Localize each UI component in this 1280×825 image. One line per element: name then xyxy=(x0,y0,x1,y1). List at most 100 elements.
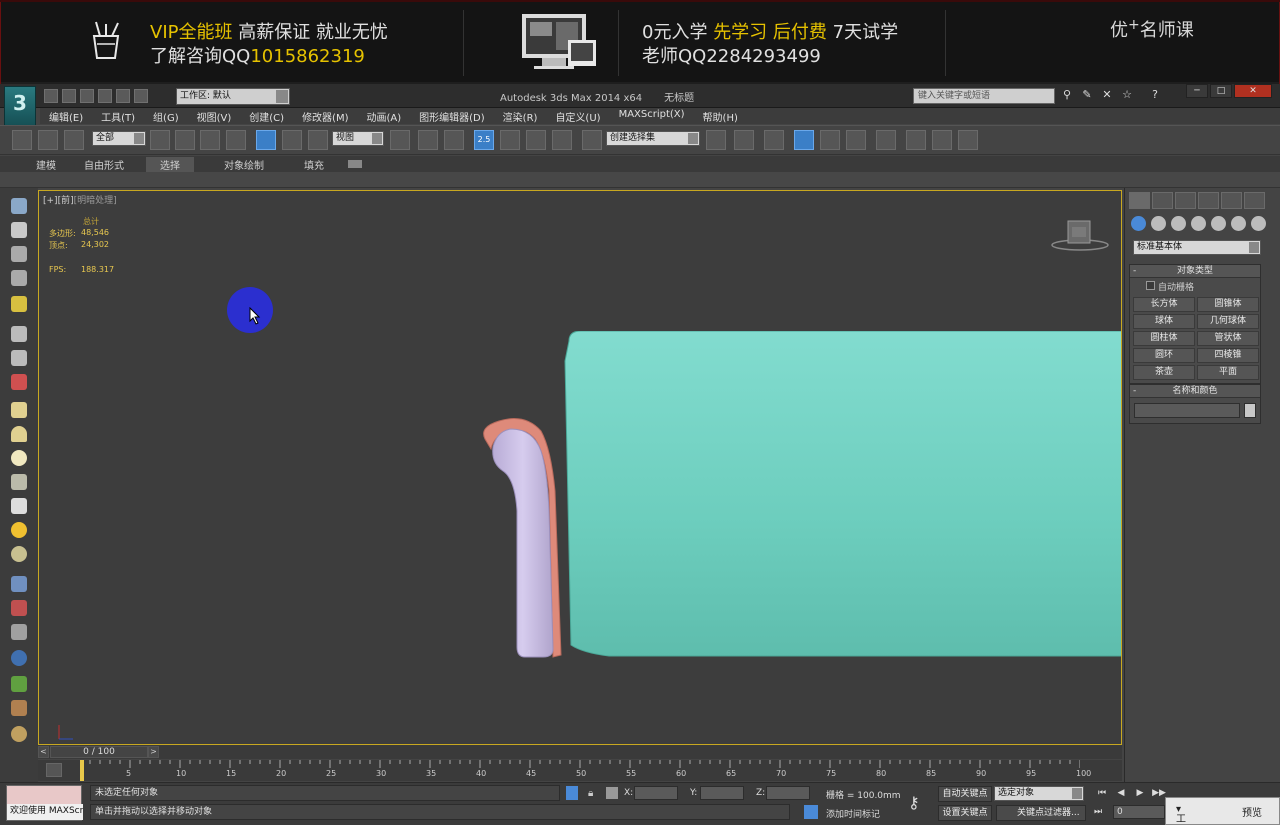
menu-graph-editors[interactable]: 图形编辑器(D) xyxy=(410,108,494,124)
plane-button[interactable]: 平面 xyxy=(1197,365,1259,380)
menu-maxscript[interactable]: MAXScript(X) xyxy=(610,108,694,124)
current-frame-field[interactable]: 0 xyxy=(1113,805,1165,819)
pyramid-button[interactable]: 四棱锥 xyxy=(1197,348,1259,363)
selected-object-dropdown[interactable]: 选定对象 xyxy=(994,786,1084,801)
render-teapot-icon[interactable] xyxy=(958,130,978,150)
geometry-icon[interactable] xyxy=(1131,216,1146,231)
menu-create[interactable]: 创建(C) xyxy=(240,108,293,124)
teapot-shape-icon[interactable] xyxy=(11,474,27,490)
select-object-icon[interactable] xyxy=(150,130,170,150)
go-to-start-icon[interactable]: ⏮ xyxy=(1094,787,1110,800)
space-warp-icon[interactable] xyxy=(11,374,27,390)
modify-tab-icon[interactable] xyxy=(1152,192,1173,209)
select-and-rotate-icon[interactable] xyxy=(282,130,302,150)
globe-icon[interactable] xyxy=(11,650,27,666)
select-by-name-icon[interactable] xyxy=(175,130,195,150)
select-and-move-icon[interactable] xyxy=(256,130,276,150)
box-button[interactable]: 长方体 xyxy=(1133,297,1195,312)
teapot-button[interactable]: 茶壶 xyxy=(1133,365,1195,380)
new-file-icon[interactable] xyxy=(44,89,58,103)
layers-icon[interactable] xyxy=(11,246,27,262)
absolute-mode-icon[interactable] xyxy=(606,787,618,799)
particle-icon[interactable] xyxy=(11,576,27,592)
maximize-button[interactable]: □ xyxy=(1210,84,1232,98)
helper-icon[interactable] xyxy=(11,350,27,366)
subscription-icon[interactable]: ✎ xyxy=(1080,88,1094,102)
add-time-tag[interactable]: 添加时间标记 xyxy=(826,807,880,820)
link-icon[interactable] xyxy=(12,130,32,150)
bone-icon[interactable] xyxy=(11,624,27,640)
viewport-view-name[interactable]: [前] xyxy=(58,196,74,206)
time-slider-thumb[interactable]: 0 / 100 xyxy=(50,746,148,758)
favorites-star-icon[interactable]: ☆ xyxy=(1120,88,1134,102)
maxscript-listener[interactable]: 欢迎使用 MAXScr xyxy=(6,785,83,821)
space-warps-icon[interactable] xyxy=(1231,216,1246,231)
keyboard-shortcut-override-icon[interactable] xyxy=(444,130,464,150)
menu-customize[interactable]: 自定义(U) xyxy=(546,108,609,124)
cone-icon[interactable] xyxy=(11,498,27,514)
unlink-icon[interactable] xyxy=(38,130,58,150)
schematic-view-icon[interactable] xyxy=(846,130,866,150)
cameras-icon[interactable] xyxy=(1191,216,1206,231)
geometry-type-dropdown[interactable]: 标准基本体 xyxy=(1133,240,1261,255)
key-icon[interactable]: ⚷ xyxy=(908,793,920,812)
prev-frame-arrow-icon[interactable]: < xyxy=(38,746,49,758)
selection-filter-dropdown[interactable]: 全部 xyxy=(92,131,146,146)
tube-button[interactable]: 管状体 xyxy=(1197,331,1259,346)
tab-populate[interactable]: 填充 xyxy=(304,157,324,172)
communication-icon[interactable]: ✕ xyxy=(1100,88,1114,102)
graphite-ribbon-icon[interactable] xyxy=(794,130,814,150)
percent-snap-icon[interactable] xyxy=(526,130,546,150)
object-color-swatch[interactable] xyxy=(1244,403,1256,418)
binoculars-icon[interactable]: ⚲ xyxy=(1060,88,1074,102)
autogrid-checkbox[interactable]: 自动栅格 xyxy=(1130,278,1260,295)
project-folder-icon[interactable] xyxy=(134,89,148,103)
geosphere-button[interactable]: 几何球体 xyxy=(1197,314,1259,329)
mirror-icon[interactable] xyxy=(706,130,726,150)
undo-icon[interactable] xyxy=(98,89,112,103)
reference-coordinate-dropdown[interactable]: 视图 xyxy=(332,131,384,146)
create-tab-icon[interactable] xyxy=(1129,192,1150,209)
select-and-scale-icon[interactable] xyxy=(308,130,328,150)
display-tab-icon[interactable] xyxy=(1221,192,1242,209)
utilities-tab-icon[interactable] xyxy=(1244,192,1265,209)
camera-icon[interactable] xyxy=(11,326,27,342)
torus-button[interactable]: 圆环 xyxy=(1133,348,1195,363)
tab-modeling[interactable]: 建模 xyxy=(36,157,56,172)
hair-fur-icon[interactable] xyxy=(11,700,27,716)
redo-icon[interactable] xyxy=(116,89,130,103)
viewport-label[interactable]: [+][前][明暗处理] xyxy=(43,193,117,206)
menu-edit[interactable]: 编辑(E) xyxy=(40,108,92,124)
edit-named-selection-icon[interactable] xyxy=(582,130,602,150)
material-editor-icon[interactable] xyxy=(876,130,896,150)
close-button[interactable]: ✕ xyxy=(1234,84,1272,98)
menu-group[interactable]: 组(G) xyxy=(144,108,188,124)
z-coordinate-field[interactable] xyxy=(766,786,810,800)
rendered-frame-icon[interactable] xyxy=(932,130,952,150)
next-frame-arrow-icon[interactable]: > xyxy=(148,746,159,758)
helpers-icon[interactable] xyxy=(1211,216,1226,231)
menu-modifiers[interactable]: 修改器(M) xyxy=(293,108,357,124)
render-setup-icon[interactable] xyxy=(906,130,926,150)
tab-freeform[interactable]: 自由形式 xyxy=(84,157,124,172)
sphere-button[interactable]: 球体 xyxy=(1133,314,1195,329)
grid-icon[interactable] xyxy=(11,270,27,286)
minimize-button[interactable]: ─ xyxy=(1186,84,1208,98)
foliage-icon[interactable] xyxy=(11,676,27,692)
menu-help[interactable]: 帮助(H) xyxy=(694,108,747,124)
tab-object-paint[interactable]: 对象绘制 xyxy=(224,157,264,172)
viewport-menu[interactable]: [+] xyxy=(43,196,58,206)
pivot-center-icon[interactable] xyxy=(390,130,410,150)
box-icon[interactable] xyxy=(11,402,27,418)
curve-editor-icon[interactable] xyxy=(820,130,840,150)
popup-tools-button[interactable]: 工具 ▾ xyxy=(1176,804,1186,825)
ribbon-options-icon[interactable] xyxy=(348,160,362,168)
spinner-snap-icon[interactable] xyxy=(552,130,572,150)
auto-key-button[interactable]: 自动关键点 xyxy=(938,786,992,802)
time-slider[interactable]: < 0 / 100 > xyxy=(38,745,1122,759)
sphere-icon[interactable] xyxy=(11,450,27,466)
hemisphere-icon[interactable] xyxy=(11,426,27,442)
align-icon[interactable] xyxy=(734,130,754,150)
layer-manager-icon[interactable] xyxy=(764,130,784,150)
app-menu-button[interactable]: 3 xyxy=(4,86,36,126)
